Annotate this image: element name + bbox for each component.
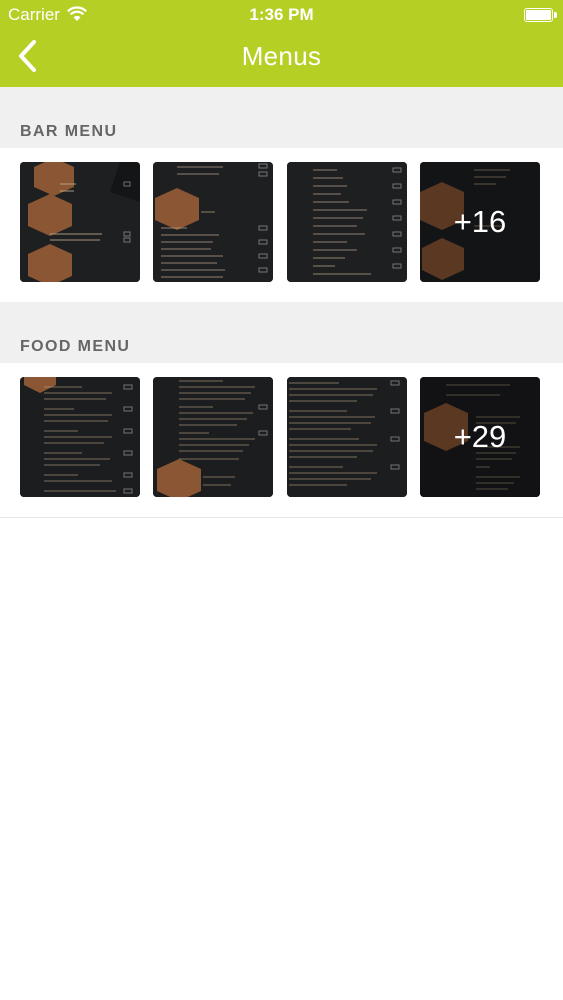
food-menu-thumbnail[interactable] <box>153 377 273 497</box>
food-menu-more-thumbnail[interactable]: +29 <box>420 377 540 497</box>
section-header-bar-menu: BAR MENU <box>0 87 563 148</box>
section-title: BAR MENU <box>20 123 118 140</box>
food-menu-thumbnail[interactable] <box>287 377 407 497</box>
section-title: FOOD MENU <box>20 338 131 355</box>
page-title: Menus <box>241 41 322 71</box>
menu-page-image <box>287 162 407 282</box>
bar-menu-thumbnail[interactable] <box>153 162 273 282</box>
bar-menu-thumbnail[interactable] <box>287 162 407 282</box>
bar-menu-gallery: +16 <box>0 148 563 303</box>
status-bar: Carrier 1:36 PM <box>0 0 563 30</box>
menu-page-image <box>287 377 407 497</box>
status-time: 1:36 PM <box>249 5 314 24</box>
more-photos-overlay: +16 <box>420 162 540 282</box>
navigation-bar: Carrier 1:36 PM Menus <box>0 0 563 87</box>
food-menu-thumbnail[interactable] <box>20 377 140 497</box>
food-menu-gallery: +29 <box>0 363 563 518</box>
menu-page-image <box>153 377 273 497</box>
section-header-food-menu: FOOD MENU <box>0 302 563 363</box>
more-photos-count: +29 <box>453 419 507 454</box>
more-photos-count: +16 <box>453 204 507 239</box>
bar-menu-more-thumbnail[interactable]: +16 <box>420 162 540 282</box>
bar-menu-thumbnail[interactable] <box>20 162 140 282</box>
menu-page-image <box>20 377 140 497</box>
menu-page-image <box>20 162 140 282</box>
more-photos-overlay: +29 <box>420 377 540 497</box>
battery-icon <box>524 8 557 22</box>
menu-page-image <box>153 162 273 282</box>
